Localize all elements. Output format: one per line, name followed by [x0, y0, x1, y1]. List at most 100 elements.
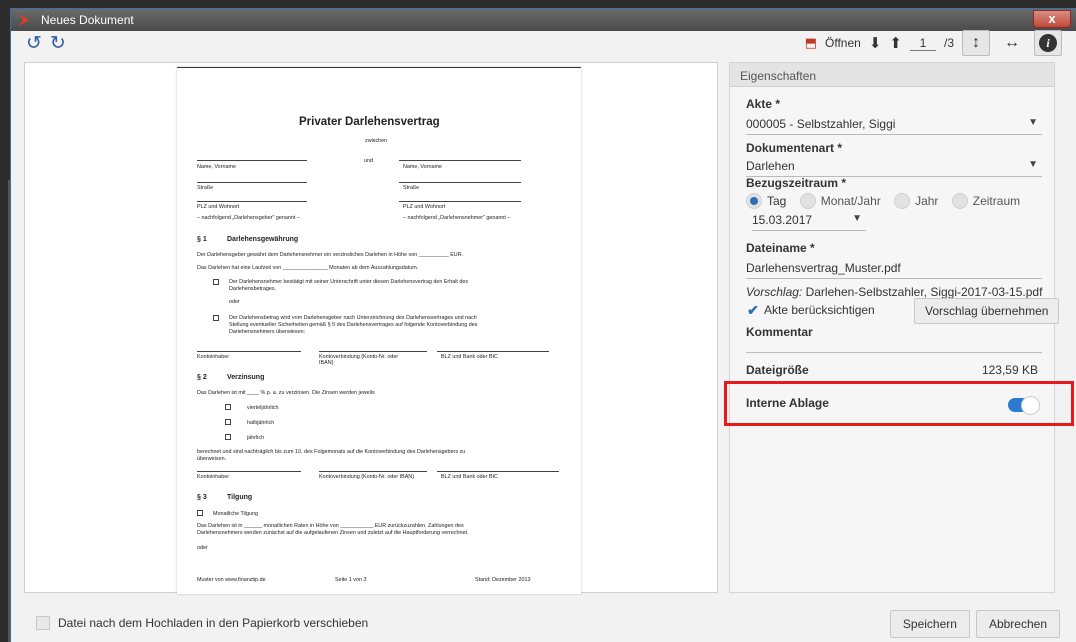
vorschlag-row: Vorschlag: Darlehen-Selbstzahler, Siggi-…	[746, 285, 1042, 299]
doc-text: Das Darlehen hat eine Laufzeit von _____…	[197, 265, 419, 271]
doc-text: Darlehensnehmers werden zunächst auf die…	[197, 530, 469, 536]
papierkorb-checkbox[interactable]: Datei nach dem Hochladen in den Papierko…	[36, 616, 368, 630]
dateigroesse-value: 123,59 KB	[981, 363, 1038, 377]
page-footer-right: Stand: Dezember 2013	[475, 577, 531, 583]
chevron-down-icon: ▼	[852, 213, 862, 224]
arrow-down-icon[interactable]: ⬇	[869, 34, 882, 52]
checkmark-icon: ✔	[747, 301, 759, 318]
doc-checkbox	[225, 434, 231, 440]
doc-checkbox	[225, 404, 231, 410]
document-viewer[interactable]: Privater Darlehensvertrag zwischen und N…	[24, 62, 718, 594]
kommentar-input[interactable]	[746, 333, 1042, 353]
doc-checkbox	[225, 419, 231, 425]
document-page: Privater Darlehensvertrag zwischen und N…	[177, 67, 581, 594]
properties-panel: Eigenschaften Akte * 000005 - Selbstzahl…	[729, 62, 1060, 593]
info-icon: i	[1039, 34, 1057, 52]
akte-label: Akte *	[746, 97, 781, 111]
akte-select[interactable]: 000005 - Selbstzahler, Siggi ▼	[746, 113, 1042, 135]
doc-checkbox	[213, 315, 219, 321]
radio-monat-label: Monat/Jahr	[820, 194, 881, 208]
akte-value: 000005 - Selbstzahler, Siggi	[746, 117, 896, 131]
cancel-button[interactable]: Abbrechen	[975, 610, 1060, 638]
title-bar: Neues Dokument x	[11, 9, 1076, 31]
doc-text: PLZ und Wohnort	[197, 204, 240, 210]
doc-checkbox	[197, 510, 203, 516]
open-button[interactable]: Öffnen	[825, 36, 861, 50]
page-footer-left: Muster von www.finanztip.de	[197, 577, 266, 583]
viewer-toolbar: ⬒ Öffnen ⬇ ⬆ 1 /3 ↕ ↔ i	[805, 30, 1062, 56]
akte-checkbox[interactable]: ✔ Akte berücksichtigen	[746, 301, 875, 318]
doc-text: – nachfolgend „Darlehensnehmer" genannt …	[403, 215, 511, 221]
vorschlag-value: Darlehen-Selbstzahler, Siggi-2017-03-15.…	[805, 285, 1043, 299]
section-title: Darlehensgewährung	[227, 236, 299, 243]
bezugszeitraum-label: Bezugszeitraum *	[746, 176, 847, 190]
doc-text: PLZ und Wohnort	[403, 204, 446, 210]
dateiname-input[interactable]: Darlehensvertrag_Muster.pdf	[746, 257, 1042, 279]
radio-monat-jahr[interactable]: Monat/Jahr	[799, 193, 881, 209]
doc-text: Straße	[197, 185, 214, 191]
close-button[interactable]: x	[1033, 10, 1071, 28]
doc-text: Kontoinhaber	[197, 474, 230, 480]
page-total: /3	[943, 36, 954, 50]
doc-text: zwischen	[365, 138, 388, 144]
radio-jahr[interactable]: Jahr	[894, 193, 938, 209]
doc-text: oder	[197, 545, 208, 551]
vorschlag-button[interactable]: Vorschlag übernehmen	[914, 298, 1060, 324]
page-footer-mid: Seite 1 von 3	[335, 577, 367, 583]
doc-text: überweisen.	[197, 456, 227, 462]
doc-text: Straße	[403, 185, 420, 191]
date-select[interactable]: 15.03.2017 ▼	[752, 209, 866, 231]
page-number-input[interactable]: 1	[909, 36, 936, 51]
app-logo-icon	[19, 14, 29, 26]
doc-text: BLZ und Bank oder BIC	[441, 354, 498, 360]
doc-text: IBAN)	[319, 360, 334, 366]
section-title: Tilgung	[227, 494, 253, 501]
footer-buttons: Speichern Abbrechen	[889, 610, 1060, 638]
section-number: § 1	[197, 236, 207, 243]
info-button[interactable]: i	[1034, 30, 1062, 56]
dateigroesse-label: Dateigröße	[746, 363, 809, 377]
doc-text: Kontoverbindung (Konto-Nr. oder IBAN)	[319, 474, 414, 480]
arrow-up-icon[interactable]: ⬆	[889, 34, 902, 52]
window-title: Neues Dokument	[41, 13, 134, 27]
doc-text: Name, Vorname	[197, 164, 236, 170]
undo-icon[interactable]: ↺	[26, 34, 42, 54]
doc-text: Stellung eventueller Sicherheiten gemäß …	[229, 322, 478, 328]
save-button[interactable]: Speichern	[889, 610, 970, 638]
doc-text: Das Darlehen ist mit ____ % p. a. zu ver…	[197, 390, 375, 396]
chevron-down-icon: ▼	[1028, 159, 1038, 170]
radio-indicator	[746, 193, 762, 209]
papierkorb-label: Datei nach dem Hochladen in den Papierko…	[58, 616, 369, 630]
section-number: § 3	[197, 494, 207, 501]
radio-zeitraum[interactable]: Zeitraum	[951, 193, 1021, 209]
doc-text: berechnet und sind nachträglich bis zum …	[197, 449, 466, 455]
dokumentenart-select[interactable]: Darlehen ▼	[746, 155, 1042, 177]
doc-checkbox	[213, 279, 219, 285]
radio-indicator	[894, 193, 911, 209]
doc-text: vierteljährlich	[247, 405, 279, 411]
doc-text: Monatliche Tilgung	[213, 511, 258, 517]
doc-text: Der Darlehensgeber gewährt dem Darlehens…	[197, 252, 464, 258]
doc-text: Name, Vorname	[403, 164, 442, 170]
radio-tag[interactable]: Tag	[746, 193, 786, 209]
date-value: 15.03.2017	[752, 213, 813, 227]
pdf-icon: ⬒	[804, 35, 818, 50]
doc-text: Kontoinhaber	[197, 354, 230, 360]
doc-text: Darlehensbetrages.	[229, 286, 277, 292]
doc-text: Der Darlehensbetrag wird vom Darlehensge…	[229, 315, 477, 321]
fit-width-button[interactable]: ↔	[998, 30, 1026, 56]
dokumentenart-label: Dokumentenart *	[746, 141, 843, 155]
radio-tag-label: Tag	[767, 194, 787, 208]
rotate-toolbar: ↺ ↻	[26, 34, 66, 54]
dateiname-value: Darlehensvertrag_Muster.pdf	[746, 261, 901, 275]
radio-zeitraum-label: Zeitraum	[972, 194, 1021, 208]
checkbox-indicator	[36, 616, 50, 630]
doc-text: Das Darlehen ist in ______ monatlichen R…	[197, 523, 464, 529]
redo-icon[interactable]: ↻	[50, 34, 66, 54]
doc-text: und	[364, 158, 373, 164]
doc-text: oder	[229, 299, 240, 305]
properties-header: Eigenschaften	[730, 63, 1054, 87]
fit-height-button[interactable]: ↕	[962, 30, 990, 56]
doc-text: BLZ und Bank oder BIC	[441, 474, 498, 480]
radio-indicator	[951, 193, 968, 209]
